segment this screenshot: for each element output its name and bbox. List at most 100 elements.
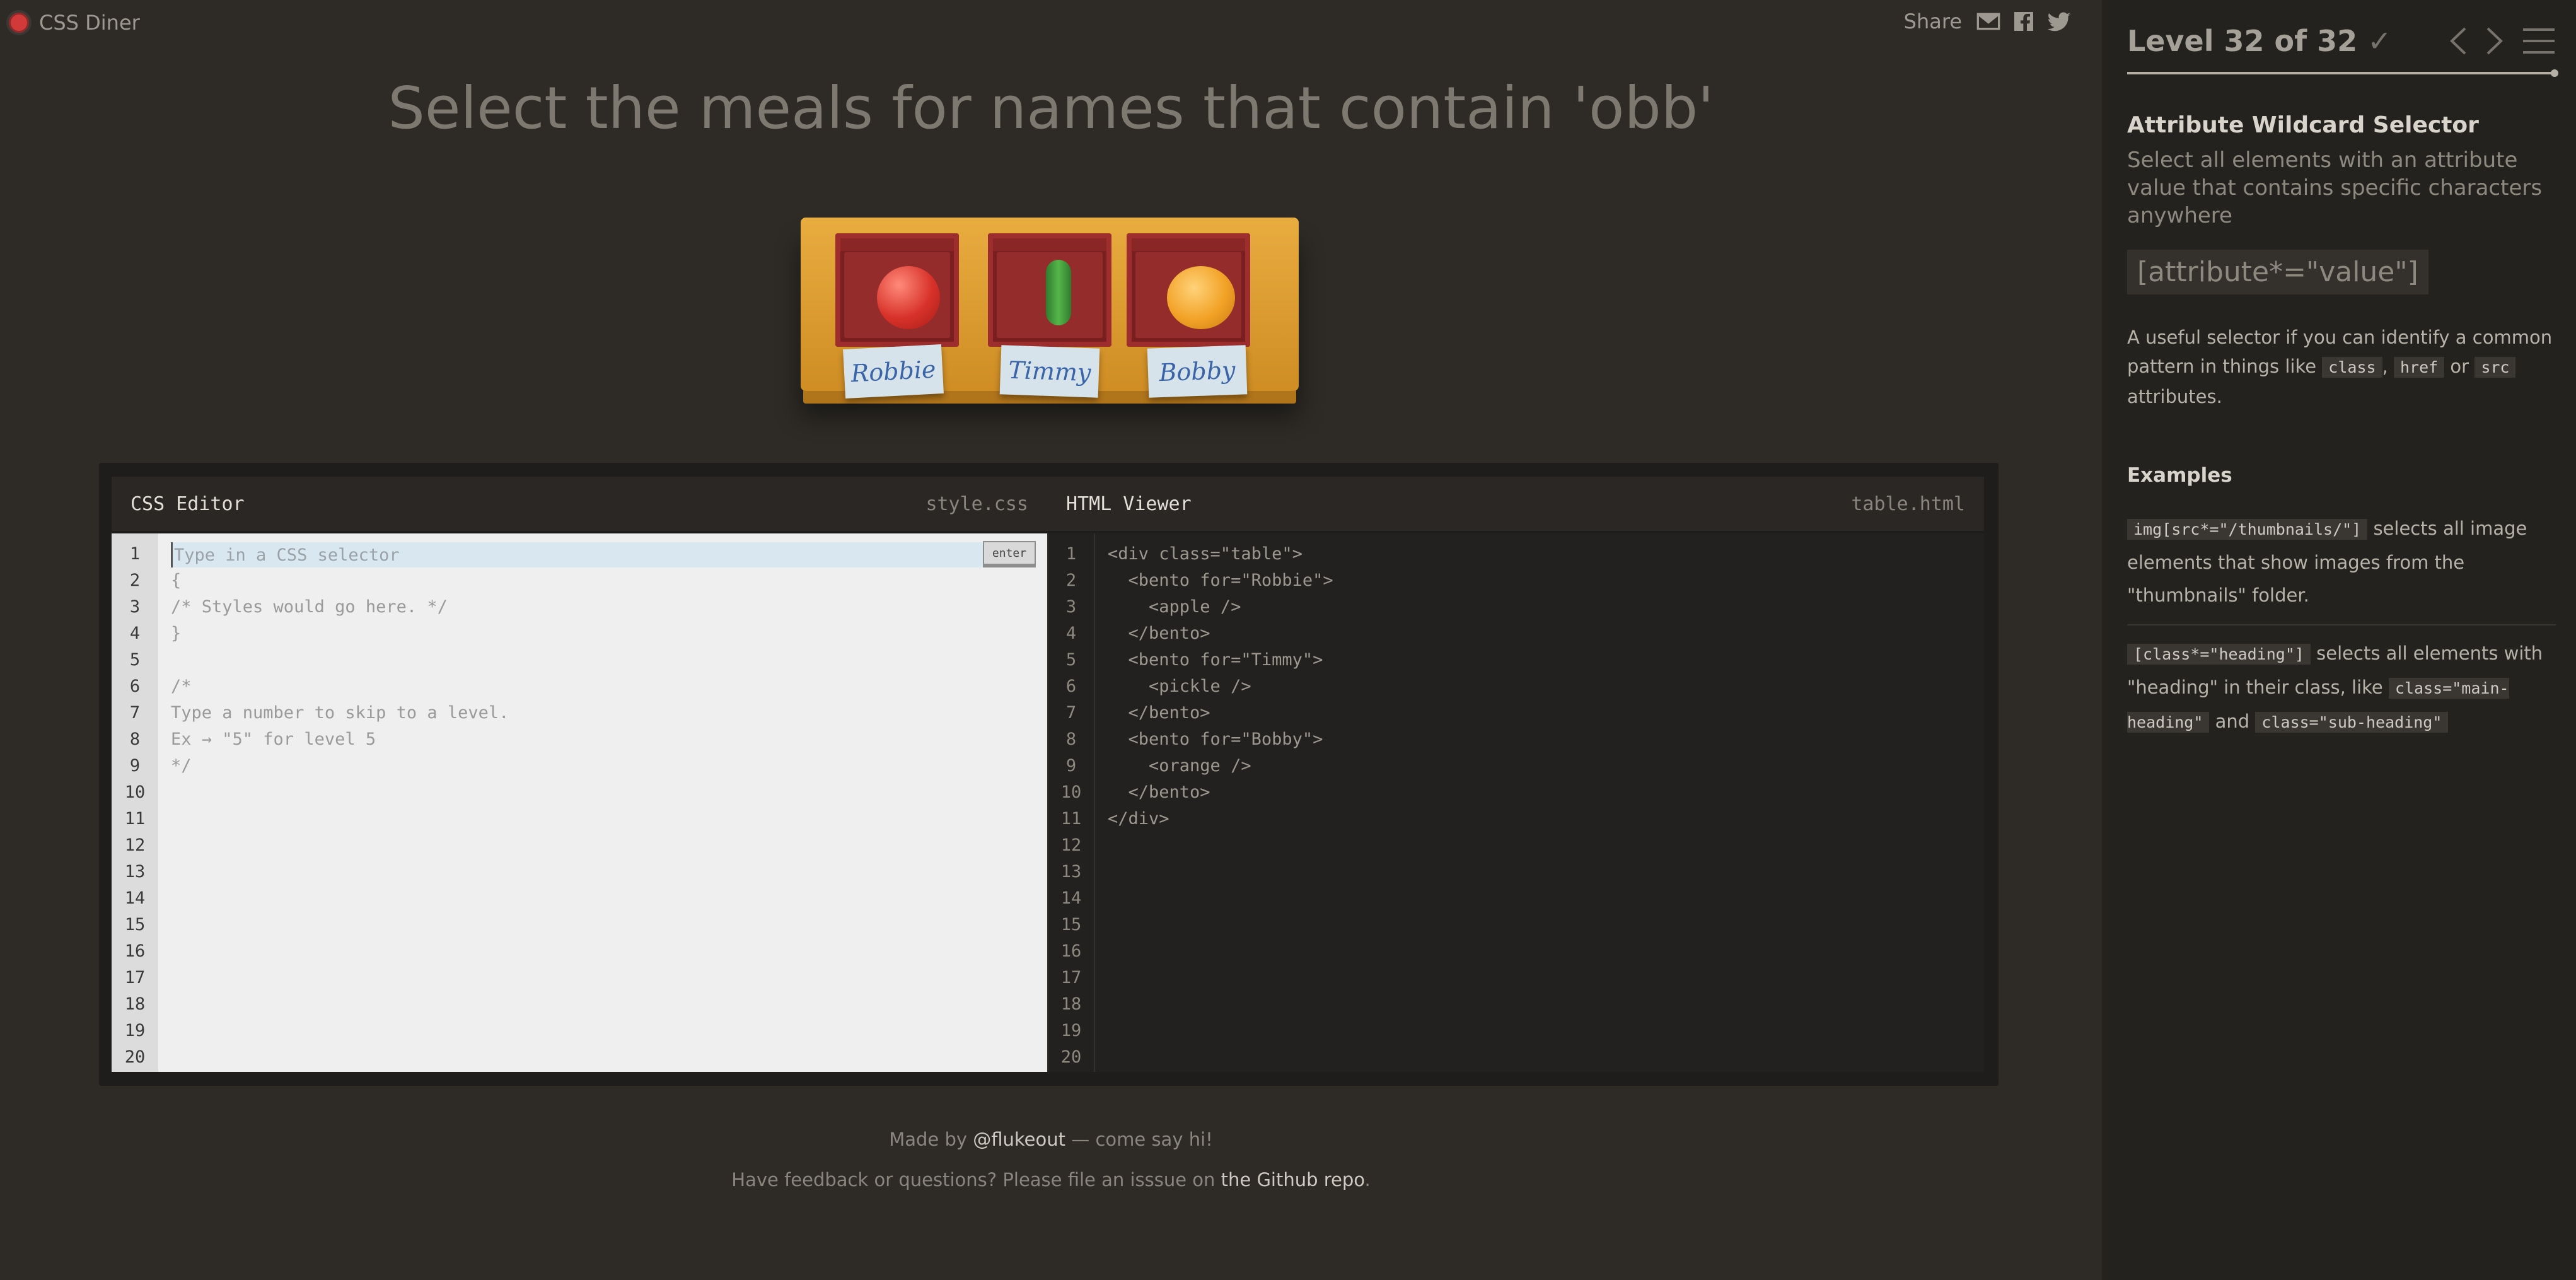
code-line: <orange /> xyxy=(1108,756,1251,776)
bento-bobby[interactable] xyxy=(1127,233,1250,347)
example-code: img[src*="/thumbnails/"] xyxy=(2127,519,2368,540)
author-link[interactable]: @flukeout xyxy=(973,1129,1065,1150)
html-pane-body: 1 2 3 4 5 6 7 8 9 10 11 12 13 14 15 16 17 18 19 20 <div cla… xyxy=(1047,533,1984,1072)
line-number: 12 xyxy=(124,835,146,855)
line-number: 9 xyxy=(129,756,141,776)
css-pane-header: CSS Editor style.css xyxy=(112,477,1047,533)
apple-item[interactable] xyxy=(877,266,940,329)
example-item: img[src*="/thumbnails/"] selects all ima… xyxy=(2127,512,2556,612)
github-link[interactable]: the Github repo xyxy=(1221,1169,1365,1190)
line-number: 14 xyxy=(124,888,146,908)
code-line: <bento for="Timmy"> xyxy=(1108,650,1323,670)
line-number: 6 xyxy=(129,677,141,696)
order-heading: Select the meals for names that contain … xyxy=(388,74,1714,142)
examples-divider xyxy=(2127,624,2556,625)
nametag-bobby: Bobby xyxy=(1147,345,1248,398)
line-number: 11 xyxy=(1060,809,1082,829)
line-number: 5 xyxy=(129,650,141,670)
credit-line: Made by @flukeout — come say hi! xyxy=(0,1129,2102,1150)
html-code: <div class="table"> <bento for="Robbie">… xyxy=(1108,541,1971,832)
line-number: 5 xyxy=(1065,650,1077,670)
line-number: 7 xyxy=(1065,703,1077,723)
orange-item[interactable] xyxy=(1167,266,1235,329)
css-pane-body: 1 2 3 4 5 6 7 8 9 10 11 12 13 14 15 16 17 18 19 20 {/* Styl… xyxy=(112,533,1047,1072)
bento-tray xyxy=(997,252,1103,338)
code-line: </bento> xyxy=(1108,703,1210,723)
code-line: <bento for="Bobby"> xyxy=(1108,730,1323,749)
css-line-numbers: 1 2 3 4 5 6 7 8 9 10 11 12 13 14 15 16 17 18 19 20 xyxy=(112,533,158,1072)
code-line: Type a number to skip to a level. xyxy=(171,703,509,723)
level-title: Level 32 of 32 xyxy=(2127,24,2358,58)
bento-tray xyxy=(844,252,950,338)
feedback-suffix: . xyxy=(1364,1169,1371,1190)
share-label: Share xyxy=(1903,9,1962,33)
twitter-icon[interactable] xyxy=(2046,9,2072,34)
brand-logo[interactable]: CSS Diner xyxy=(6,10,140,35)
line-number: 10 xyxy=(124,783,146,802)
examples-title: Examples xyxy=(2127,464,2232,487)
feedback-line: Have feedback or questions? Please file … xyxy=(0,1169,2102,1190)
code-line: </div> xyxy=(1108,809,1169,829)
facebook-icon[interactable] xyxy=(2011,9,2036,34)
code-line: /* Styles would go here. */ xyxy=(171,597,448,617)
css-selector-input[interactable] xyxy=(171,542,994,567)
line-number: 15 xyxy=(1060,915,1082,934)
check-icon: ✓ xyxy=(2367,24,2392,58)
line-number: 7 xyxy=(129,703,141,723)
feedback-prefix: Have feedback or questions? Please file … xyxy=(731,1169,1221,1190)
line-number: 15 xyxy=(124,915,146,934)
line-number: 18 xyxy=(1060,994,1082,1014)
code-line: } xyxy=(171,624,182,643)
hint-text: A useful selector if you can identify a … xyxy=(2127,323,2556,411)
menu-icon[interactable] xyxy=(2522,27,2556,55)
syntax-example: [attribute*="value"] xyxy=(2127,250,2428,294)
line-number: 1 xyxy=(129,544,141,564)
line-number: 3 xyxy=(129,597,141,617)
code-line: <bento for="Robbie"> xyxy=(1108,571,1333,590)
line-number: 2 xyxy=(129,571,141,590)
line-number: 3 xyxy=(1065,597,1077,617)
mail-icon[interactable] xyxy=(1976,9,2001,34)
css-pane-title: CSS Editor xyxy=(131,492,245,515)
line-number: 16 xyxy=(124,941,146,961)
level-nav xyxy=(2449,26,2556,55)
code-line: <div class="table"> xyxy=(1108,544,1303,564)
line-number: 11 xyxy=(124,809,146,829)
line-number: 2 xyxy=(1065,571,1077,590)
code-line: <pickle /> xyxy=(1108,677,1251,696)
line-number: 14 xyxy=(1060,888,1082,908)
code-line: { xyxy=(171,571,182,590)
syntax-description: Select all elements with an attribute va… xyxy=(2127,148,2543,228)
code-line: <apple /> xyxy=(1108,597,1241,617)
code-chip-class: class xyxy=(2322,357,2382,378)
bento-tray xyxy=(1135,252,1241,338)
bento-timmy[interactable] xyxy=(988,233,1111,347)
code-line: /* xyxy=(171,677,192,696)
bento-robbie[interactable] xyxy=(835,233,959,347)
next-level-icon[interactable] xyxy=(2485,26,2504,55)
code-editor: CSS Editor style.css 1 2 3 4 5 6 7 8 9 10 11 12 13 14… xyxy=(99,463,1999,1086)
line-number: 8 xyxy=(129,730,141,749)
code-chip-src: src xyxy=(2474,357,2516,378)
brand-name: CSS Diner xyxy=(39,11,140,35)
pickle-item[interactable] xyxy=(1046,260,1071,325)
line-number: 4 xyxy=(129,624,141,643)
code-line: */ xyxy=(171,756,192,776)
example-text: and xyxy=(2209,711,2256,732)
html-pane-header: HTML Viewer table.html xyxy=(1047,477,1984,533)
line-number: 19 xyxy=(124,1021,146,1040)
line-number: 4 xyxy=(1065,624,1077,643)
line-number: 16 xyxy=(1060,941,1082,961)
line-number: 18 xyxy=(124,994,146,1014)
css-editor-pane: CSS Editor style.css 1 2 3 4 5 6 7 8 9 10 11 12 13 14… xyxy=(112,477,1047,1072)
selector-name: Attribute Wildcard Selector xyxy=(2127,112,2479,138)
line-number: 1 xyxy=(1065,544,1077,564)
css-pane-filename: style.css xyxy=(925,492,1028,515)
enter-button[interactable]: enter xyxy=(983,541,1036,567)
html-line-numbers: 1 2 3 4 5 6 7 8 9 10 11 12 13 14 15 16 17 18 19 20 xyxy=(1048,533,1095,1072)
level-progress-bar xyxy=(2127,69,2558,77)
share-bar: Share xyxy=(1904,9,2072,34)
code-line: </bento> xyxy=(1108,783,1210,802)
previous-level-icon[interactable] xyxy=(2449,26,2468,55)
footer: Made by @flukeout — come say hi! Have fe… xyxy=(0,1129,2102,1209)
